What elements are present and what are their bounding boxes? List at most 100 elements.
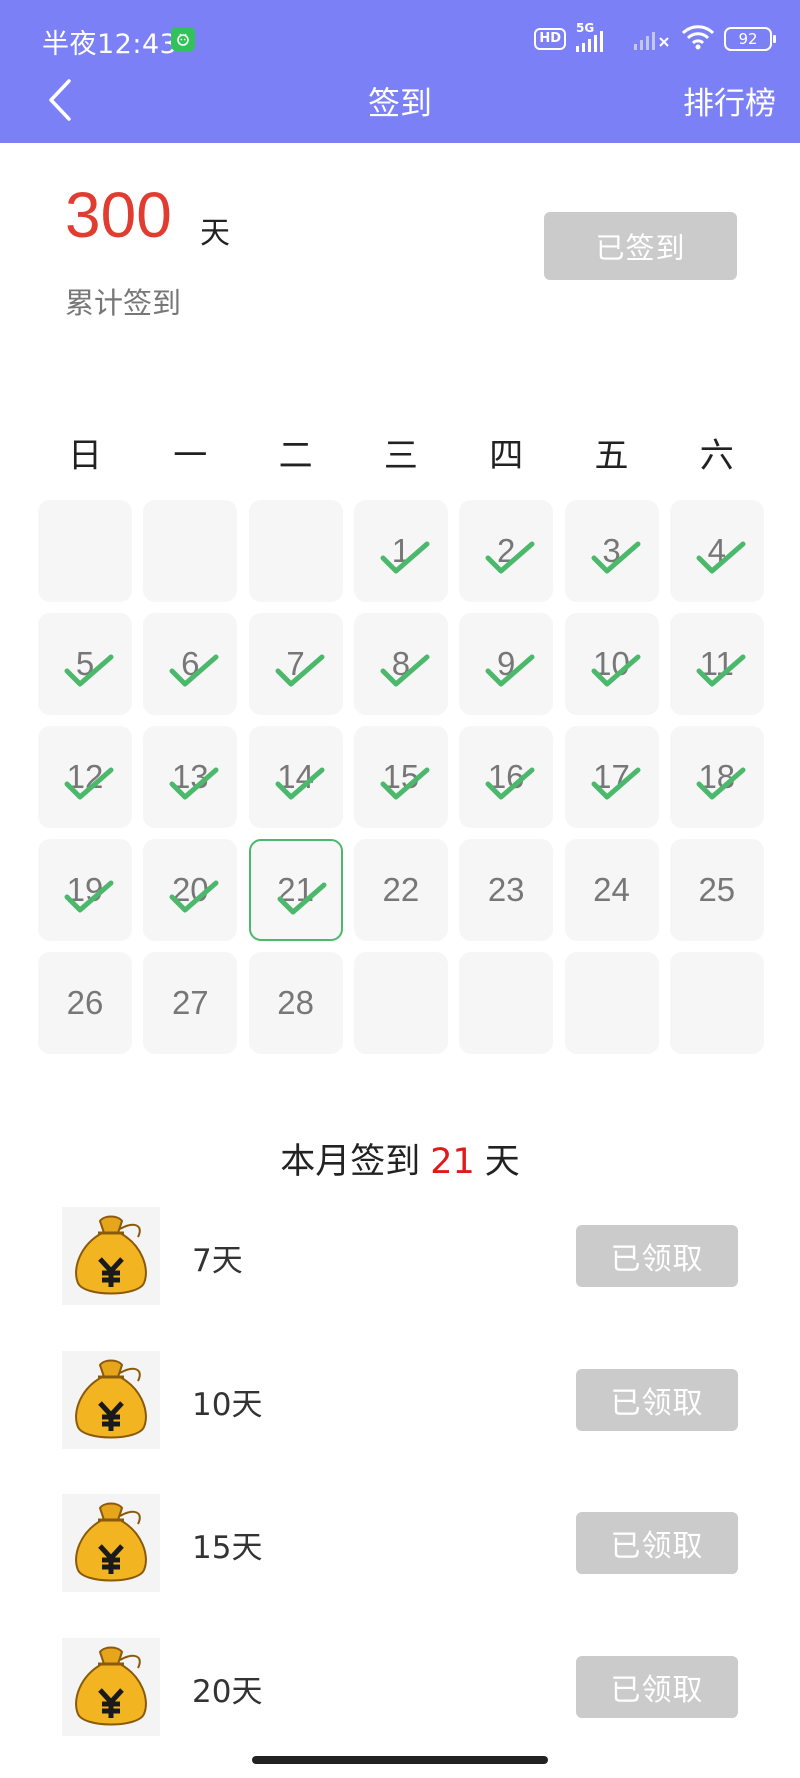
calendar-day[interactable]: 6	[143, 613, 238, 715]
day-number: 23	[487, 871, 525, 908]
reward-days-label: 20天	[192, 1673, 263, 1710]
calendar-day[interactable]: 20	[143, 839, 238, 941]
home-indicator[interactable]	[252, 1756, 548, 1764]
day-number: 26	[66, 984, 104, 1021]
calendar-day[interactable]: 10	[564, 613, 659, 715]
calendar-empty-cell	[669, 952, 764, 1054]
ranking-link[interactable]: 排行榜	[683, 78, 776, 123]
signed-in-button[interactable]: 已签到	[544, 212, 737, 280]
check-icon	[696, 767, 746, 800]
calendar-day[interactable]: 16	[459, 726, 554, 828]
check-icon	[277, 882, 327, 915]
calendar-day[interactable]: 23	[459, 839, 554, 941]
weekday-label: 一	[173, 436, 208, 476]
calendar-day[interactable]: 12	[38, 726, 132, 828]
calendar-day[interactable]: 22	[353, 839, 448, 941]
hd-badge: HD	[534, 28, 566, 50]
calendar-empty-cell	[143, 500, 238, 602]
calendar-day[interactable]: 8	[353, 613, 448, 715]
calendar-day[interactable]: 2	[459, 500, 554, 602]
check-icon	[380, 541, 430, 574]
calendar-day[interactable]: 13	[143, 726, 238, 828]
calendar-day[interactable]: 15	[353, 726, 448, 828]
total-signin-unit: 天	[200, 216, 230, 251]
day-number: 28	[277, 984, 314, 1021]
weekday-label: 日	[68, 436, 102, 476]
check-icon	[380, 767, 430, 800]
calendar-day[interactable]: 7	[248, 613, 343, 715]
weekday-label: 五	[594, 436, 629, 476]
check-icon	[696, 654, 746, 687]
day-number: 27	[171, 984, 209, 1021]
battery-icon: 92	[724, 27, 776, 51]
calendar-day[interactable]: 14	[248, 726, 343, 828]
claim-reward-button[interactable]: 已领取	[576, 1225, 738, 1287]
reward-days-label: 10天	[192, 1386, 263, 1423]
reward-row: 7天 已领取	[62, 1207, 738, 1307]
claim-reward-button[interactable]: 已领取	[576, 1655, 738, 1718]
day-number: 25	[698, 871, 736, 908]
signal-icon: 5G	[574, 21, 624, 54]
reward-row: 20天 已领取	[62, 1637, 738, 1738]
claim-reward-button[interactable]: 已领取	[576, 1512, 738, 1574]
check-icon	[380, 654, 430, 687]
check-icon	[591, 654, 640, 687]
calendar-day[interactable]: 1	[353, 500, 448, 602]
signal-2-icon	[632, 22, 672, 56]
total-signin-days: 300	[65, 179, 172, 251]
money-bag-icon	[62, 1350, 160, 1449]
calendar-day[interactable]: 17	[564, 726, 659, 828]
wifi-icon	[680, 23, 716, 55]
network-type: 5G	[576, 21, 595, 35]
check-icon	[169, 880, 219, 913]
reward-days-label: 7天	[192, 1243, 243, 1279]
calendar-day[interactable]: 28	[248, 952, 343, 1054]
check-icon	[591, 541, 640, 574]
money-bag-icon	[62, 1637, 160, 1736]
calendar-day[interactable]: 11	[669, 613, 764, 715]
app-header: 半夜12:43 HD 5G 92 签到 排行榜	[0, 0, 800, 143]
check-icon	[591, 767, 640, 800]
weekday-label: 四	[489, 436, 524, 476]
calendar-empty-cell	[248, 500, 343, 602]
calendar-day[interactable]: 25	[669, 839, 764, 941]
month-summary: 本月签到 21 天	[0, 1133, 800, 1184]
check-icon	[169, 767, 219, 800]
calendar-day[interactable]: 24	[564, 839, 659, 941]
check-icon	[169, 654, 219, 687]
claim-reward-button[interactable]: 已领取	[576, 1368, 738, 1431]
calendar-empty-cell	[353, 952, 448, 1054]
weekday-label: 三	[383, 436, 418, 476]
check-icon	[696, 541, 746, 574]
calendar-day[interactable]: 19	[38, 839, 132, 941]
calendar-empty-cell	[564, 952, 659, 1054]
month-summary-prefix: 本月签到	[280, 1142, 421, 1182]
calendar-day[interactable]: 26	[38, 952, 132, 1054]
month-summary-suffix: 天	[484, 1142, 520, 1182]
reward-row: 15天 已领取	[62, 1494, 738, 1594]
reward-row: 10天 已领取	[62, 1350, 738, 1451]
total-signin-label: 累计签到	[65, 286, 182, 320]
day-number: 24	[593, 871, 630, 908]
weekday-label: 六	[699, 436, 734, 476]
calendar-day[interactable]: 4	[669, 500, 764, 602]
check-icon	[64, 654, 114, 687]
month-signin-count: 21	[430, 1142, 475, 1182]
calendar-day[interactable]: 18	[669, 726, 764, 828]
calendar-day[interactable]: 5	[38, 613, 132, 715]
calendar-day[interactable]: 3	[564, 500, 659, 602]
page-title: 签到	[367, 84, 432, 122]
reward-days-label: 15天	[192, 1530, 263, 1566]
money-bag-icon	[62, 1207, 160, 1305]
calendar-grid: 1 2 3 4 5 6 7 8 9 10 11 12 13 14 15 16 17 18 19 20 21 22 23 24 2…	[38, 500, 764, 1055]
status-time: 半夜12:43	[42, 29, 178, 60]
check-icon	[64, 767, 114, 800]
calendar-empty-cell	[38, 500, 132, 602]
day-number: 22	[382, 871, 420, 908]
calendar-day[interactable]: 27	[143, 952, 238, 1054]
check-icon	[64, 880, 114, 913]
calendar-day[interactable]: 9	[459, 613, 554, 715]
check-icon	[485, 767, 535, 800]
weekday-header: 日一二三四五六	[38, 428, 764, 476]
calendar-day[interactable]: 21	[248, 839, 343, 941]
